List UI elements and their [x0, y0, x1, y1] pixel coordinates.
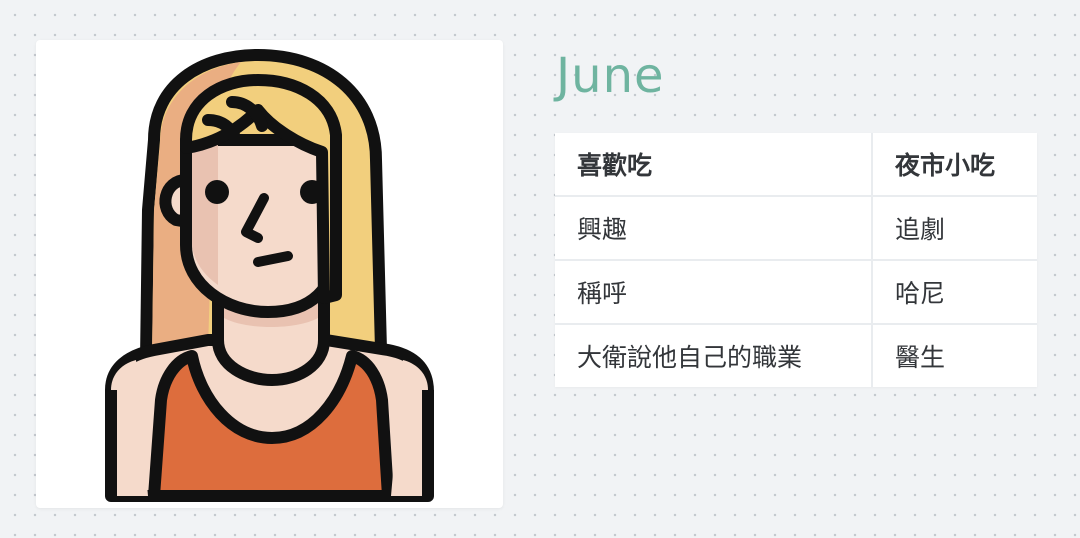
- table-cell-value: 夜市小吃: [873, 133, 1037, 197]
- table-cell-key: 稱呼: [555, 261, 873, 325]
- table-cell-value: 追劇: [873, 197, 1037, 261]
- woman-avatar-icon: [105, 49, 434, 502]
- table-cell-key: 興趣: [555, 197, 873, 261]
- table-cell-key: 喜歡吃: [555, 133, 873, 197]
- mouth: [253, 251, 293, 267]
- info-table: 喜歡吃 夜市小吃 興趣 追劇 稱呼 哈尼 大衛說他自己的職業 醫生: [555, 133, 1037, 387]
- table-row: 大衛說他自己的職業 醫生: [555, 325, 1037, 387]
- table-cell-value: 哈尼: [873, 261, 1037, 325]
- table-cell-value: 醫生: [895, 343, 946, 372]
- eye-left: [205, 180, 229, 204]
- table-row: 興趣 追劇: [555, 197, 1037, 261]
- profile-name: June: [556, 48, 665, 104]
- table-row: 稱呼 哈尼: [555, 261, 1037, 325]
- table-row: 喜歡吃 夜市小吃: [555, 133, 1037, 197]
- eye-right: [300, 180, 324, 204]
- avatar-card: [36, 40, 503, 508]
- table-cell-key: 大衛說他自己的職業: [555, 325, 873, 387]
